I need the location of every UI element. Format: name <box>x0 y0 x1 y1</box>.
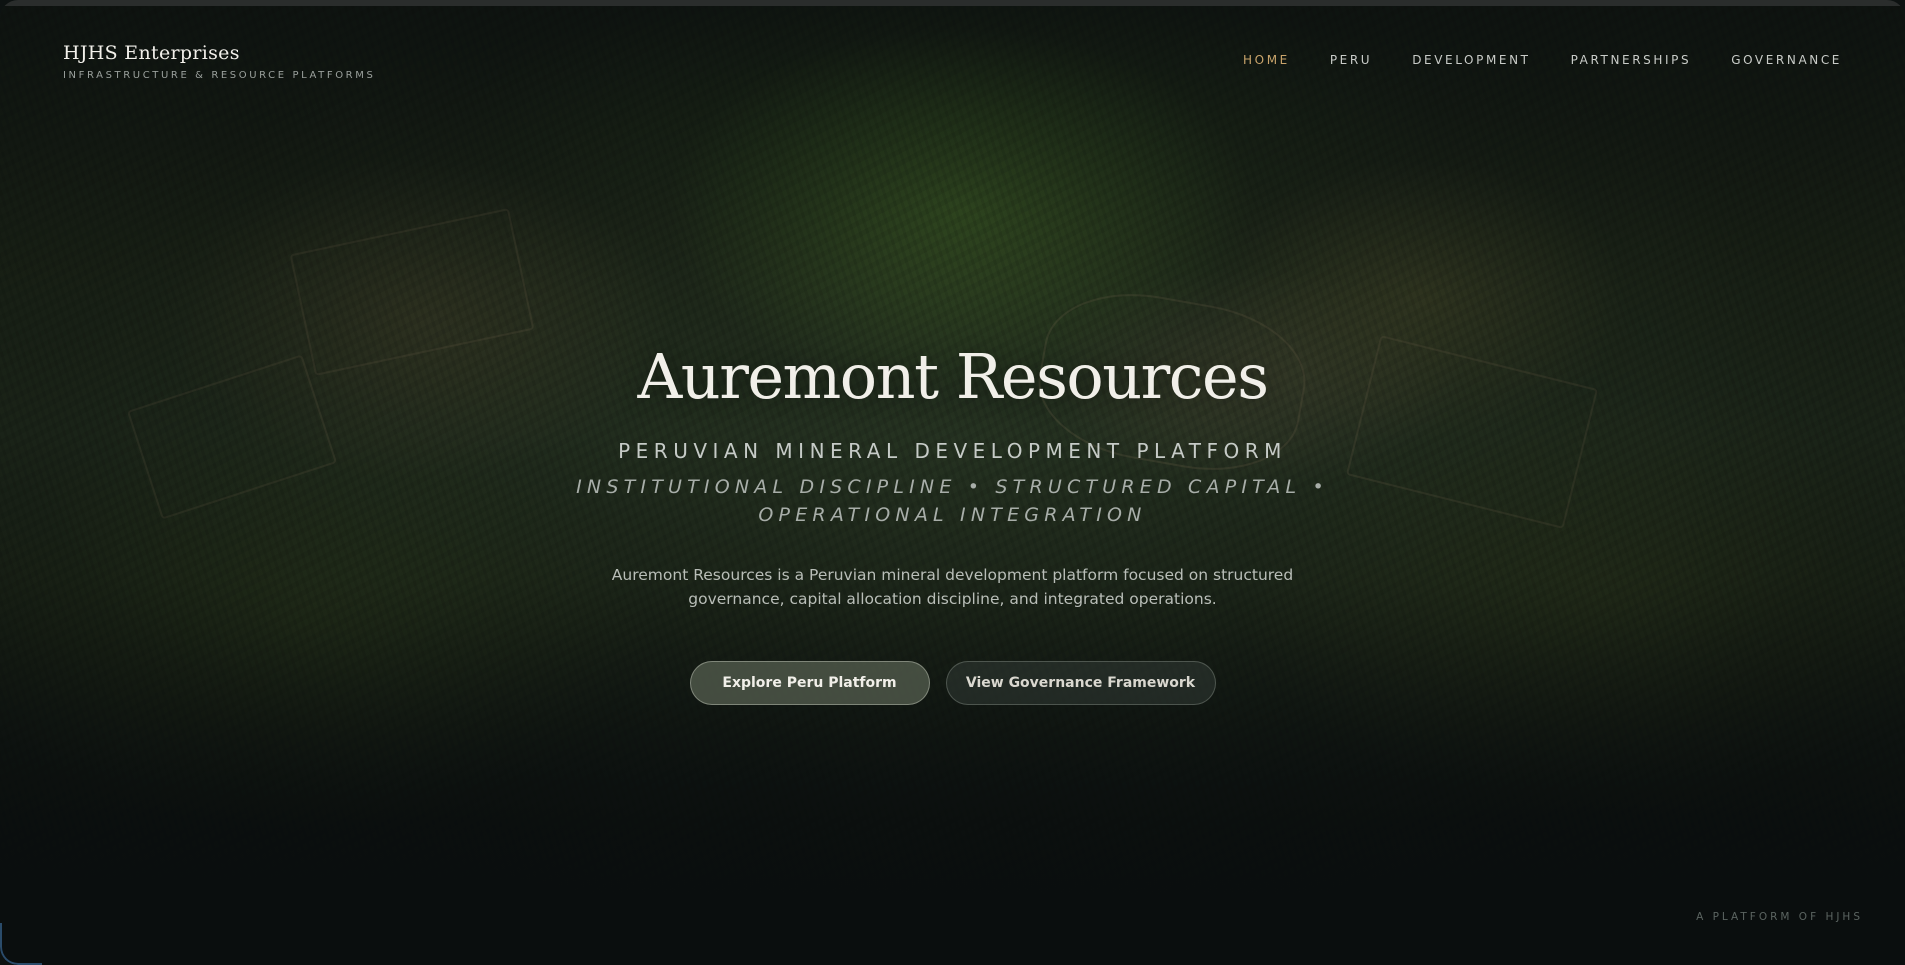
brand[interactable]: HJHS Enterprises INFRASTRUCTURE & RESOUR… <box>63 42 375 81</box>
nav-item-partnerships[interactable]: PARTNERSHIPS <box>1571 53 1692 67</box>
nav-item-governance[interactable]: GOVERNANCE <box>1731 53 1842 67</box>
explore-peru-platform-button[interactable]: Explore Peru Platform <box>689 661 930 705</box>
page: HJHS Enterprises INFRASTRUCTURE & RESOUR… <box>0 0 1905 965</box>
cta-group: Explore Peru Platform View Governance Fr… <box>0 661 1905 705</box>
nav-item-home[interactable]: HOME <box>1243 53 1290 67</box>
hero-tagline: INSTITUTIONAL DISCIPLINE • STRUCTURED CA… <box>576 476 1329 526</box>
view-governance-framework-button[interactable]: View Governance Framework <box>945 661 1216 705</box>
main-nav: HOME PERU DEVELOPMENT PARTNERSHIPS GOVER… <box>1243 53 1842 67</box>
hero-section: Auremont Resources PERUVIAN MINERAL DEVE… <box>0 340 1905 705</box>
brand-name[interactable]: HJHS Enterprises <box>63 42 375 64</box>
nav-item-development[interactable]: DEVELOPMENT <box>1412 53 1530 67</box>
window-top-bar <box>0 0 1905 6</box>
brand-tagline: INFRASTRUCTURE & RESOURCE PLATFORMS <box>63 70 376 81</box>
platform-attribution: A PLATFORM OF HJHS <box>1696 911 1863 923</box>
nav-item-peru[interactable]: PERU <box>1330 53 1372 67</box>
corner-accent <box>0 923 42 965</box>
hero-description: Auremont Resources is a Peruvian mineral… <box>611 566 1294 608</box>
hero-title: Auremont Resources <box>637 340 1269 413</box>
hero-subtitle: PERUVIAN MINERAL DEVELOPMENT PLATFORM <box>618 439 1287 463</box>
